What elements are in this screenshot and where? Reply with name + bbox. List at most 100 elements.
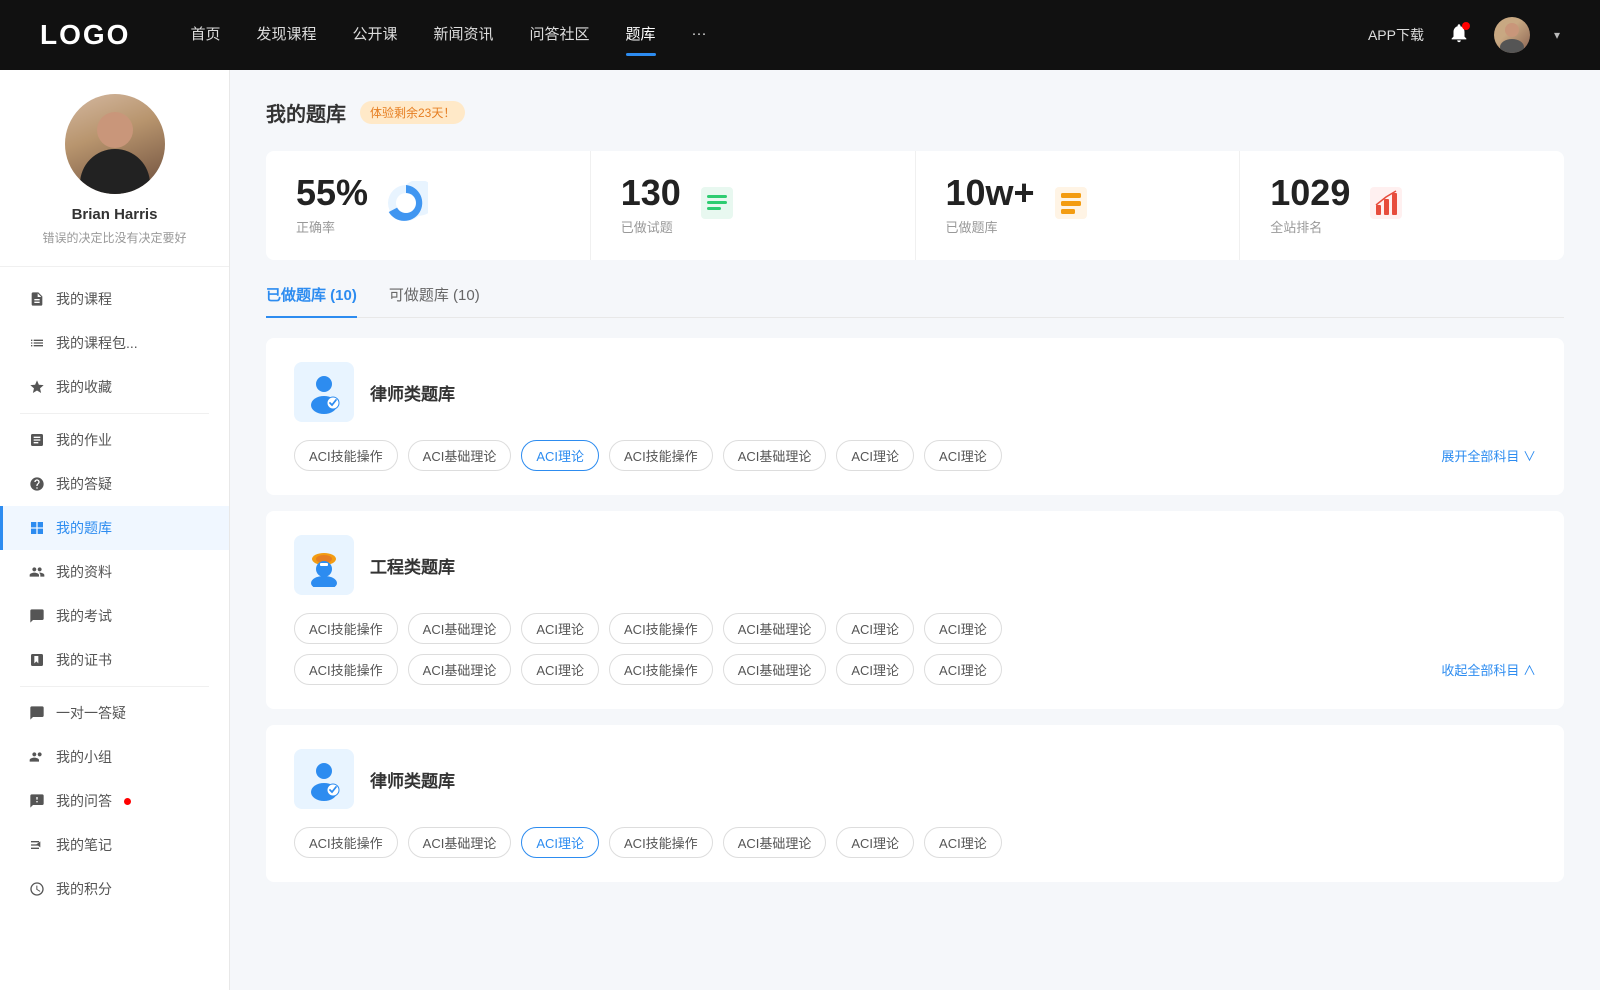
navbar-right: APP下载 ▾ — [1368, 17, 1560, 53]
tag-2-r2-4[interactable]: ACI基础理论 — [723, 654, 827, 685]
stat-value-accuracy: 55% — [296, 175, 368, 211]
notification-dot — [1462, 22, 1470, 30]
score-icon — [28, 880, 46, 898]
nav-links: 首页 发现课程 公开课 新闻资讯 问答社区 题库 ··· — [190, 23, 1368, 48]
tag-2-4[interactable]: ACI基础理论 — [723, 613, 827, 644]
user-name: Brian Harris — [72, 206, 158, 223]
tag-1-0[interactable]: ACI技能操作 — [294, 440, 398, 471]
tag-3-2[interactable]: ACI理论 — [521, 827, 599, 858]
tabs-row: 已做题库 (10) 可做题库 (10) — [266, 284, 1564, 318]
tag-2-6[interactable]: ACI理论 — [924, 613, 1002, 644]
page-header: 我的题库 体验剩余23天！ — [266, 98, 1564, 127]
sidebar-item-my-courses[interactable]: 我的课程 — [0, 277, 229, 321]
notification-bell[interactable] — [1448, 22, 1470, 49]
tag-3-0[interactable]: ACI技能操作 — [294, 827, 398, 858]
user-menu-chevron[interactable]: ▾ — [1554, 28, 1560, 42]
stat-value-banks: 10w+ — [946, 175, 1035, 211]
tag-3-5[interactable]: ACI理论 — [836, 827, 914, 858]
tag-2-r2-2[interactable]: ACI理论 — [521, 654, 599, 685]
sidebar-item-one-on-one[interactable]: 一对一答疑 — [0, 691, 229, 735]
stat-value-questions: 130 — [621, 175, 681, 211]
questions-icon — [697, 183, 737, 228]
tag-2-r2-0[interactable]: ACI技能操作 — [294, 654, 398, 685]
bank-avatar-engineer — [294, 535, 354, 595]
logo[interactable]: LOGO — [40, 19, 130, 51]
sidebar-divider-1 — [20, 413, 209, 414]
tag-2-3[interactable]: ACI技能操作 — [609, 613, 713, 644]
note-icon — [28, 836, 46, 854]
tag-1-1[interactable]: ACI基础理论 — [408, 440, 512, 471]
nav-more[interactable]: ··· — [692, 25, 707, 46]
user-motto: 错误的决定比没有决定要好 — [42, 229, 186, 246]
sidebar-item-profile[interactable]: 我的资料 — [0, 550, 229, 594]
bar-icon — [28, 334, 46, 352]
nav-open-course[interactable]: 公开课 — [352, 23, 397, 48]
nav-news[interactable]: 新闻资讯 — [434, 23, 494, 48]
people-icon — [28, 563, 46, 581]
sidebar-item-homework[interactable]: 我的作业 — [0, 418, 229, 462]
bank-tags-3: ACI技能操作 ACI基础理论 ACI理论 ACI技能操作 ACI基础理论 AC… — [294, 827, 1536, 858]
tag-3-3[interactable]: ACI技能操作 — [609, 827, 713, 858]
stat-rank: 1029 全站排名 — [1240, 151, 1564, 260]
app-download-link[interactable]: APP下载 — [1368, 25, 1424, 45]
nav-question-bank[interactable]: 题库 — [626, 23, 656, 48]
grid-icon — [28, 519, 46, 537]
tag-2-r2-6[interactable]: ACI理论 — [924, 654, 1002, 685]
nav-home[interactable]: 首页 — [190, 23, 220, 48]
sidebar-item-question-bank[interactable]: 我的题库 — [0, 506, 229, 550]
tag-2-r2-1[interactable]: ACI基础理论 — [408, 654, 512, 685]
stat-label-banks: 已做题库 — [946, 217, 1035, 236]
lawyer-svg — [302, 370, 346, 414]
tab-done[interactable]: 已做题库 (10) — [266, 284, 357, 317]
tag-1-3[interactable]: ACI技能操作 — [609, 440, 713, 471]
tag-1-2[interactable]: ACI理论 — [521, 440, 599, 471]
avatar-silhouette — [1494, 17, 1530, 53]
bank-title-lawyer-1: 律师类题库 — [370, 380, 455, 405]
sidebar-item-my-qa[interactable]: 我的问答 — [0, 779, 229, 823]
qa-dot — [124, 798, 131, 805]
tag-1-6[interactable]: ACI理论 — [924, 440, 1002, 471]
tag-3-1[interactable]: ACI基础理论 — [408, 827, 512, 858]
nav-qa[interactable]: 问答社区 — [530, 23, 590, 48]
tag-2-0[interactable]: ACI技能操作 — [294, 613, 398, 644]
banks-icon — [1051, 183, 1091, 228]
sidebar-item-exam[interactable]: 我的考试 — [0, 594, 229, 638]
bank-card-lawyer-1: 律师类题库 ACI技能操作 ACI基础理论 ACI理论 ACI技能操作 ACI基… — [266, 338, 1564, 495]
sidebar-item-certificate[interactable]: 我的证书 — [0, 638, 229, 682]
bank-tags-row1: ACI技能操作 ACI基础理论 ACI理论 ACI技能操作 ACI基础理论 AC… — [294, 613, 1536, 644]
tag-2-r2-5[interactable]: ACI理论 — [836, 654, 914, 685]
tag-3-4[interactable]: ACI基础理论 — [723, 827, 827, 858]
tag-2-r2-3[interactable]: ACI技能操作 — [609, 654, 713, 685]
doc-icon — [28, 431, 46, 449]
navbar: LOGO 首页 发现课程 公开课 新闻资讯 问答社区 题库 ··· APP下载 … — [0, 0, 1600, 70]
stat-accuracy: 55% 正确率 — [266, 151, 591, 260]
user-avatar-nav[interactable] — [1494, 17, 1530, 53]
expand-link-1[interactable]: 展开全部科目 ∨ — [1441, 446, 1536, 465]
page-title: 我的题库 — [266, 98, 346, 127]
tag-3-6[interactable]: ACI理论 — [924, 827, 1002, 858]
tag-2-2[interactable]: ACI理论 — [521, 613, 599, 644]
sidebar-item-points[interactable]: 我的积分 — [0, 867, 229, 911]
sidebar-item-groups[interactable]: 我的小组 — [0, 735, 229, 779]
main-layout: Brian Harris 错误的决定比没有决定要好 我的课程 我的课程包... — [0, 70, 1600, 990]
tag-1-4[interactable]: ACI基础理论 — [723, 440, 827, 471]
tag-2-5[interactable]: ACI理论 — [836, 613, 914, 644]
collapse-link[interactable]: 收起全部科目 ∧ — [1441, 660, 1536, 679]
user-profile: Brian Harris 错误的决定比没有决定要好 — [0, 94, 229, 267]
sidebar-item-favorites[interactable]: 我的收藏 — [0, 365, 229, 409]
star-icon — [28, 378, 46, 396]
sidebar-item-answers[interactable]: 我的答疑 — [0, 462, 229, 506]
sidebar-item-notes[interactable]: 我的笔记 — [0, 823, 229, 867]
accuracy-icon — [384, 181, 428, 230]
tag-1-5[interactable]: ACI理论 — [836, 440, 914, 471]
nav-discover[interactable]: 发现课程 — [256, 23, 316, 48]
stat-text-questions: 130 已做试题 — [621, 175, 681, 236]
bank-card-engineer: 工程类题库 ACI技能操作 ACI基础理论 ACI理论 ACI技能操作 ACI基… — [266, 511, 1564, 709]
sidebar-item-course-package[interactable]: 我的课程包... — [0, 321, 229, 365]
tag-2-1[interactable]: ACI基础理论 — [408, 613, 512, 644]
stats-row: 55% 正确率 130 — [266, 151, 1564, 260]
bank-avatar-lawyer-1 — [294, 362, 354, 422]
cert-icon — [28, 651, 46, 669]
bank-avatar-lawyer-2 — [294, 749, 354, 809]
tab-todo[interactable]: 可做题库 (10) — [389, 284, 480, 317]
